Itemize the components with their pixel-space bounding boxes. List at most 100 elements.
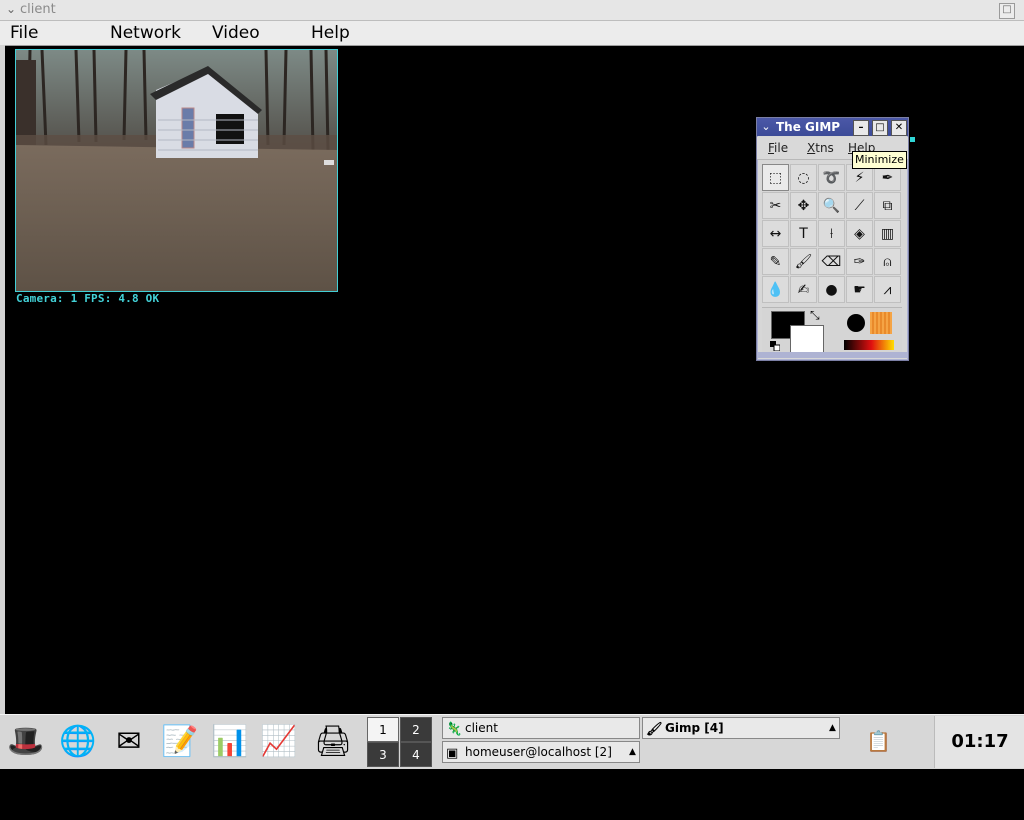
spreadsheet-launcher[interactable]: 📈 [257, 721, 301, 763]
smudge-tool-icon: ☛ [853, 282, 866, 298]
swap-colors-icon[interactable]: ⤡ [810, 308, 820, 323]
bucket-fill-tool-button[interactable]: ◈ [846, 220, 873, 247]
magnify-tool-button[interactable]: 🔍 [818, 192, 845, 219]
gradient-preview[interactable] [844, 340, 894, 350]
smudge-tool-button[interactable]: ☛ [846, 276, 873, 303]
task-client[interactable]: 🦎 client [442, 717, 640, 739]
workspace-4[interactable]: 4 [400, 742, 432, 767]
text-tool-button[interactable]: T [790, 220, 817, 247]
default-colors-icon[interactable] [770, 341, 780, 351]
color-picker-tool-button[interactable]: ⟊ [818, 220, 845, 247]
workspace-3[interactable]: 3 [367, 742, 399, 767]
spreadsheet-icon: 📈 [260, 724, 298, 759]
gimp-close-button[interactable]: ✕ [891, 120, 907, 136]
clipboard-applet[interactable]: 📋 [866, 729, 891, 753]
presentation-launcher[interactable]: 📊 [208, 721, 252, 763]
crop-tool-button[interactable]: ⟋ [846, 192, 873, 219]
transform-tool-icon: ⧉ [882, 198, 893, 214]
blend-tool-button[interactable]: ▥ [874, 220, 901, 247]
main-menu-button[interactable]: 🎩 [4, 721, 48, 763]
workspace-pager: 1 2 3 4 [367, 716, 433, 768]
scissors-select-tool-button[interactable]: ✂ [762, 192, 789, 219]
maximize-icon: □ [875, 122, 885, 133]
background-color-swatch[interactable] [790, 325, 824, 353]
dodge-burn-tool-button[interactable]: ● [818, 276, 845, 303]
email-launcher[interactable]: ✉ [107, 721, 151, 763]
window-title: client [20, 2, 56, 17]
task-label: client [465, 721, 498, 735]
gimp-menu-file[interactable]: File [768, 141, 788, 155]
window-title-bar[interactable]: ⌄ client □ [0, 0, 1024, 21]
gimp-icon: 🖌 [646, 722, 663, 737]
task-gimp[interactable]: 🖌 Gimp [4] ▲ [642, 717, 840, 739]
menu-network[interactable]: Network [110, 23, 181, 43]
rect-select-tool-button[interactable]: ⬚ [762, 164, 789, 191]
dodge-burn-tool-icon: ● [825, 282, 838, 298]
close-icon: ✕ [894, 122, 904, 133]
task-expand-icon[interactable]: ▲ [829, 718, 836, 738]
menu-help[interactable]: Help [311, 23, 350, 43]
task-expand-icon[interactable]: ▲ [629, 742, 636, 762]
printer-launcher[interactable]: 🖨 [311, 721, 355, 763]
writer-launcher[interactable]: 📝 [158, 721, 202, 763]
window-left-border [0, 45, 5, 714]
gimp-maximize-button[interactable]: □ [872, 120, 888, 136]
move-tool-button[interactable]: ✥ [790, 192, 817, 219]
text-tool-icon: T [799, 226, 808, 242]
gimp-tool-grid: ⬚ ◌ ➰ ⚡ ✒ ✂ ✥ 🔍 ⟋ ⧉ ↔ T ⟊ ◈ ▥ ✎ 🖌 ⌫ ✑ ⍝ 💧 ✍ ● ☛ ⩘ [762, 164, 902, 304]
ellipse-select-tool-button[interactable]: ◌ [790, 164, 817, 191]
pencil-tool-button[interactable]: ✎ [762, 248, 789, 275]
camera-feed [15, 49, 338, 292]
gimp-window-bottom-border [757, 352, 908, 358]
airbrush-tool-button[interactable]: ✑ [846, 248, 873, 275]
scissors-select-tool-icon: ✂ [769, 198, 782, 214]
menu-file[interactable]: File [10, 23, 38, 43]
web-browser-launcher[interactable]: 🌐 [56, 721, 100, 763]
gimp-title-bar[interactable]: ⌄ The GIMP – □ ✕ [757, 118, 908, 136]
clipboard-icon: 📋 [866, 729, 891, 753]
free-select-tool-icon: ➰ [822, 170, 841, 186]
color-picker-tool-icon: ⟊ [829, 226, 834, 242]
rect-select-tool-icon: ⬚ [768, 170, 783, 186]
gimp-menu-xtns[interactable]: Xtns [807, 141, 834, 155]
task-label: homeuser@localhost [2] [465, 745, 612, 759]
paintbrush-tool-button[interactable]: 🖌 [790, 248, 817, 275]
airbrush-tool-icon: ✑ [853, 254, 866, 270]
ink-tool-button[interactable]: ✍ [790, 276, 817, 303]
gimp-color-area: ⤡ [762, 307, 902, 355]
gimp-minimize-button[interactable]: – [853, 120, 869, 136]
word-processor-icon: 📝 [161, 724, 199, 759]
minimize-icon: – [858, 122, 864, 133]
cursor-marker [910, 137, 915, 142]
minimize-tooltip: Minimize [852, 151, 907, 169]
clone-tool-icon: ⍝ [883, 254, 892, 270]
clone-tool-button[interactable]: ⍝ [874, 248, 901, 275]
terminal-icon: ▣ [446, 746, 459, 761]
pattern-preview[interactable] [870, 312, 892, 334]
bezier-select-tool-icon: ✒ [881, 170, 894, 186]
transform-tool-button[interactable]: ⧉ [874, 192, 901, 219]
blur-tool-icon: 💧 [766, 282, 785, 298]
workspace-2[interactable]: 2 [400, 717, 432, 742]
ink-tool-icon: ✍ [797, 282, 810, 298]
menubar: File Network Video Help [0, 21, 1024, 46]
window-menu-chevron-icon[interactable]: ⌄ [4, 2, 18, 16]
task-terminal[interactable]: ▣ homeuser@localhost [2] ▲ [442, 741, 640, 763]
brush-preview[interactable] [847, 314, 865, 332]
blur-tool-button[interactable]: 💧 [762, 276, 789, 303]
free-select-tool-button[interactable]: ➰ [818, 164, 845, 191]
flip-tool-button[interactable]: ↔ [762, 220, 789, 247]
taskbar-panel: 🎩 🌐 ✉ 📝 📊 📈 🖨 1 2 3 4 🦎 client 🖌 Gimp [4… [0, 714, 1024, 769]
eraser-tool-button[interactable]: ⌫ [818, 248, 845, 275]
maximize-icon: □ [1002, 4, 1012, 15]
fuzzy-select-tool-icon: ⚡ [854, 170, 865, 186]
blend-tool-icon: ▥ [880, 226, 895, 242]
bucket-fill-tool-icon: ◈ [854, 226, 865, 242]
maximize-button[interactable]: □ [999, 3, 1015, 19]
workspace-1[interactable]: 1 [367, 717, 399, 742]
clock[interactable]: 01:17 pm [934, 716, 1024, 804]
gimp-window-menu-chevron-icon[interactable]: ⌄ [759, 120, 773, 134]
gimp-icon: 🦎 [446, 722, 463, 737]
measure-tool-button[interactable]: ⩘ [874, 276, 901, 303]
menu-video[interactable]: Video [212, 23, 260, 43]
